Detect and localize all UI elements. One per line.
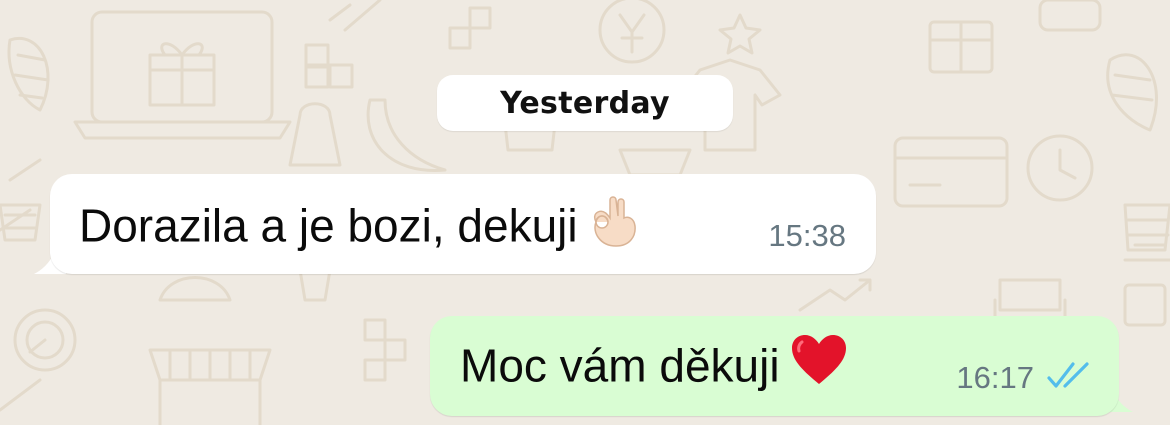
message-text: Dorazila a je bozi, dekuji [79, 196, 640, 263]
ok-hand-emoji-icon [588, 192, 640, 259]
date-separator-label: Yesterday [500, 85, 670, 121]
message-text: Moc vám děkuji [460, 335, 848, 401]
incoming-message-bubble[interactable]: Dorazila a je bozi, dekuji 15:38 [50, 174, 876, 274]
date-separator: Yesterday [437, 75, 733, 131]
outgoing-message-text: Moc vám děkuji [460, 339, 780, 392]
outgoing-message-bubble[interactable]: Moc vám děkuji 16:17 [430, 316, 1119, 416]
outgoing-message-time: 16:17 [956, 360, 1034, 395]
double-check-read-icon [1047, 362, 1089, 388]
incoming-message-text: Dorazila a je bozi, dekuji [79, 199, 578, 252]
red-heart-emoji-icon [790, 334, 848, 397]
incoming-message-time: 15:38 [768, 218, 846, 253]
